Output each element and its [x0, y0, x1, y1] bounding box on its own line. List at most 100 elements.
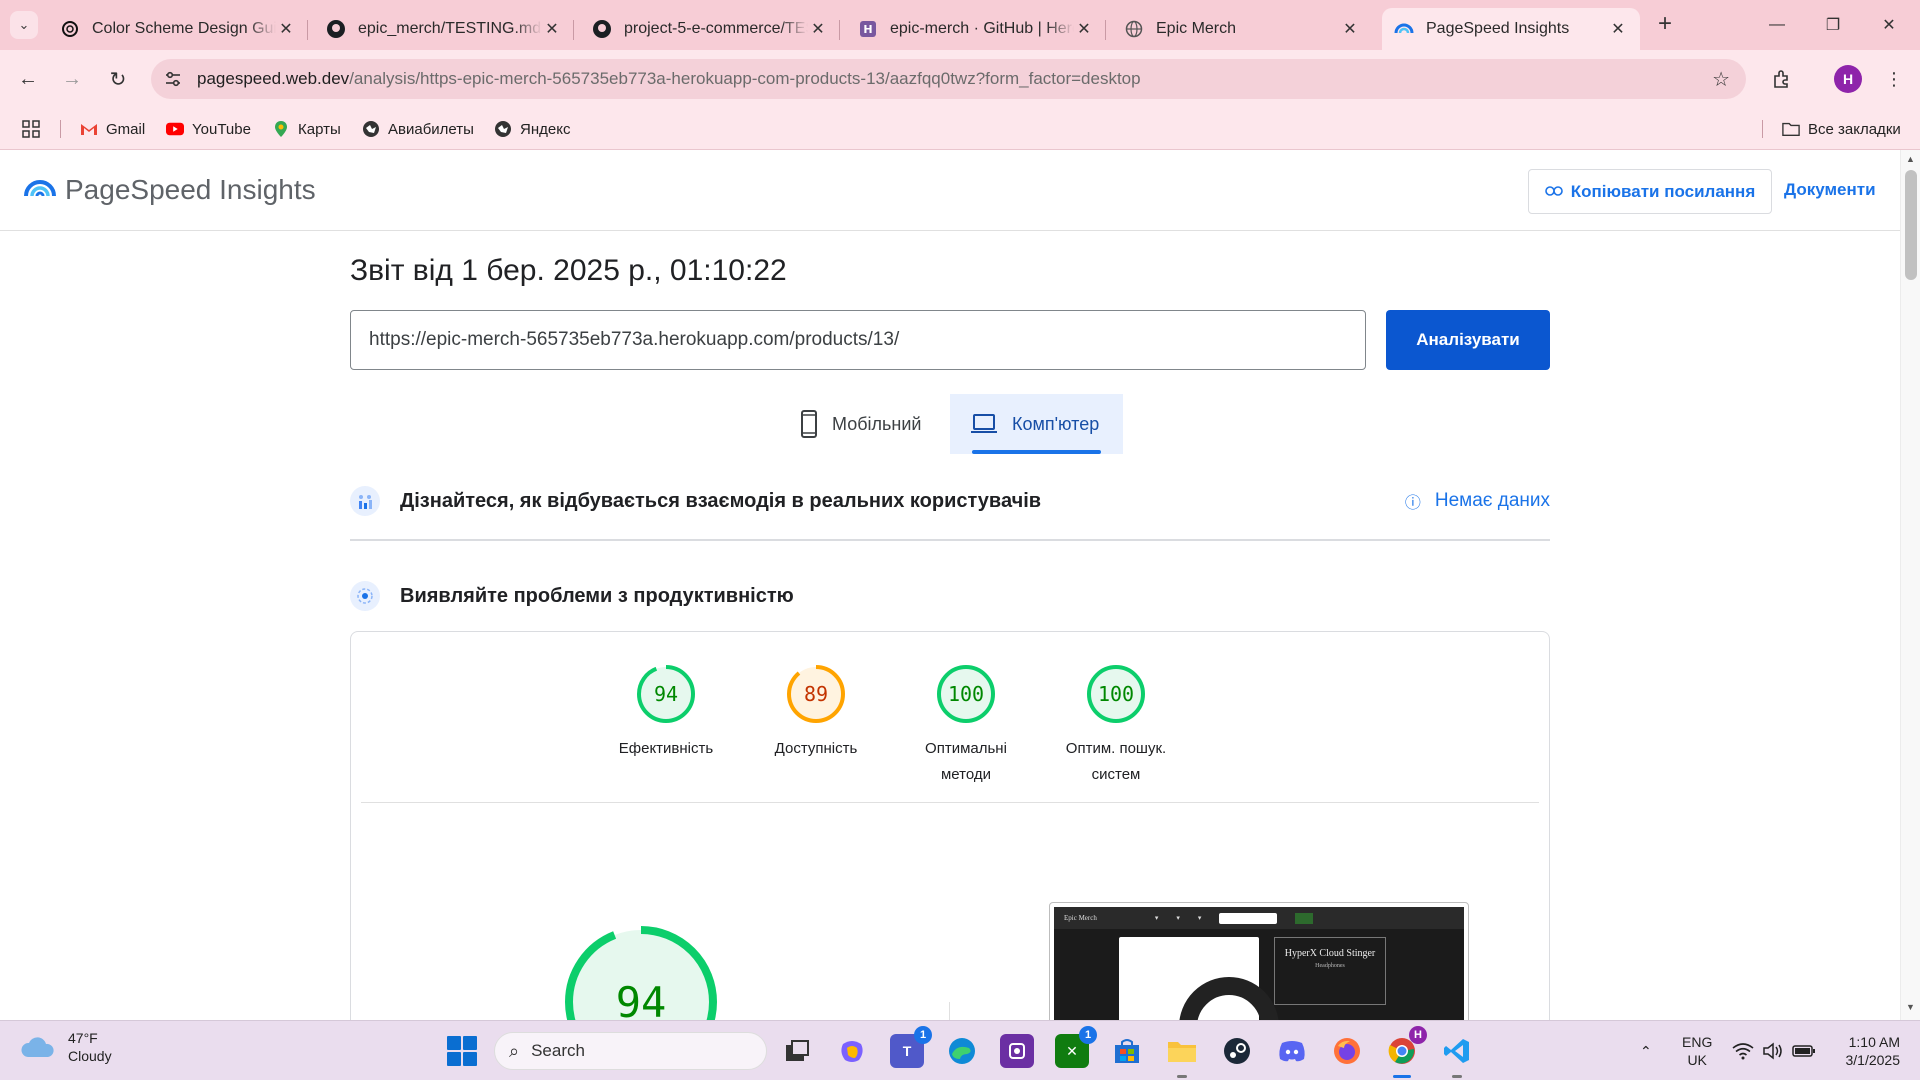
restore-button[interactable]: ❐: [1818, 10, 1848, 40]
section-divider: [350, 539, 1550, 541]
close-icon[interactable]: ✕: [1340, 19, 1360, 39]
site-info-icon[interactable]: [155, 61, 191, 97]
vscode-icon[interactable]: [1440, 1034, 1474, 1078]
bookmark-label: Яндекс: [520, 120, 571, 138]
wifi-icon[interactable]: [1732, 1021, 1754, 1080]
screenshot-content: Epic Merch ▾ ▾ ▾ HyperX Cloud Stinger Head…: [1054, 907, 1464, 1020]
bookmark-maps[interactable]: Карты: [272, 116, 341, 142]
edge-icon[interactable]: [945, 1034, 979, 1068]
copy-link-label: Копіювати посилання: [1570, 181, 1756, 201]
minimize-button[interactable]: —: [1762, 10, 1792, 40]
extensions-icon[interactable]: [1768, 65, 1796, 93]
page-scrollbar[interactable]: ▲ ▼: [1900, 150, 1920, 1020]
firefox-icon[interactable]: [1330, 1034, 1364, 1068]
scroll-thumb[interactable]: [1905, 170, 1917, 280]
store-icon[interactable]: [1110, 1034, 1144, 1068]
weather-widget[interactable]: 47°F Cloudy: [20, 1029, 112, 1065]
tab-search-button[interactable]: ⌄: [10, 11, 38, 39]
start-button[interactable]: [447, 1036, 477, 1066]
address-bar[interactable]: pagespeed.web.dev/analysis/https-epic-me…: [151, 59, 1746, 99]
screenshot-brand: Epic Merch: [1064, 914, 1097, 922]
score-gauge[interactable]: 100 Оптим. пошук. систем: [1056, 662, 1176, 788]
tab-pagespeed[interactable]: PageSpeed Insights ✕: [1382, 8, 1640, 50]
battery-icon[interactable]: [1792, 1021, 1816, 1080]
bookmark-star-icon[interactable]: ☆: [1712, 67, 1730, 92]
screenshot-nav: Epic Merch ▾ ▾ ▾: [1054, 907, 1464, 929]
scroll-up-arrow[interactable]: ▲: [1906, 154, 1915, 164]
language-indicator[interactable]: ENG UK: [1682, 1033, 1712, 1069]
back-button[interactable]: ←: [14, 65, 42, 93]
chevron-down-icon: ⌄: [18, 17, 30, 32]
score-gauge[interactable]: 89 Доступність: [756, 662, 876, 762]
analyze-button[interactable]: Аналізувати: [1386, 310, 1550, 370]
screenshot-product-sub: Headphones: [1315, 963, 1345, 969]
phone-icon: [800, 410, 818, 438]
close-icon[interactable]: ✕: [276, 19, 296, 39]
screenshot-product-card: HyperX Cloud Stinger Headphones: [1274, 937, 1386, 1005]
tab-color-scheme[interactable]: Color Scheme Design Guid ✕: [48, 8, 308, 50]
close-window-button[interactable]: ✕: [1874, 10, 1904, 40]
score-value: 100: [1098, 682, 1134, 706]
menu-icon[interactable]: ⋮: [1880, 65, 1908, 93]
apps-grid-icon[interactable]: [22, 116, 40, 142]
chrome-icon[interactable]: H: [1385, 1026, 1427, 1078]
taskbar-search[interactable]: ⌕ Search: [494, 1032, 767, 1070]
tab-title: Color Scheme Design Guid: [92, 20, 276, 37]
tab-testing-md[interactable]: epic_merch/TESTING.md at ✕: [314, 8, 574, 50]
tab-project-5[interactable]: project-5-e-commerce/TES ✕: [580, 8, 840, 50]
steam-icon[interactable]: [1220, 1034, 1254, 1068]
bookmark-youtube[interactable]: YouTube: [166, 116, 251, 142]
bookmark-yandex[interactable]: Яндекс: [494, 116, 570, 142]
tray-overflow-icon[interactable]: ⌃: [1640, 1021, 1652, 1080]
teams-icon[interactable]: T1: [890, 1026, 932, 1068]
score-value: 100: [948, 682, 984, 706]
report-title: Звіт від 1 бер. 2025 р., 01:10:22: [350, 254, 787, 287]
score-ring: 100: [1087, 665, 1145, 723]
discord-icon[interactable]: [1275, 1034, 1309, 1068]
close-icon[interactable]: ✕: [1608, 19, 1628, 39]
tab-desktop[interactable]: Комп'ютер: [950, 394, 1123, 454]
url-text: pagespeed.web.dev/analysis/https-epic-me…: [197, 69, 1141, 89]
url-input[interactable]: [350, 310, 1366, 370]
copy-link-button[interactable]: Копіювати посилання: [1528, 169, 1772, 214]
pagespeed-logo-icon: [24, 180, 56, 197]
tab-mobile[interactable]: Мобільний: [780, 394, 941, 454]
copilot-icon[interactable]: [835, 1034, 869, 1068]
bookmark-gmail[interactable]: Gmail: [80, 116, 145, 142]
lang-secondary: UK: [1687, 1052, 1707, 1068]
close-icon[interactable]: ✕: [542, 19, 562, 39]
forward-button[interactable]: →: [58, 65, 86, 93]
volume-icon[interactable]: [1762, 1021, 1784, 1080]
close-icon[interactable]: ✕: [808, 19, 828, 39]
tab-epic-merch[interactable]: Epic Merch ✕: [1112, 8, 1372, 50]
tab-heroku[interactable]: H epic-merch · GitHub | Hero ✕: [846, 8, 1106, 50]
xbox-icon[interactable]: ✕ 1: [1055, 1026, 1097, 1068]
bookmark-flights[interactable]: Авиабилеты: [362, 116, 474, 142]
reload-button[interactable]: ↻: [104, 65, 132, 93]
close-icon[interactable]: ✕: [1074, 19, 1094, 39]
score-label-line: Доступність: [774, 740, 858, 757]
clock[interactable]: 1:10 AM 3/1/2025: [1830, 1033, 1901, 1069]
folder-icon: [1782, 120, 1800, 138]
score-label: Ефективність: [606, 736, 726, 762]
field-data-heading: Дізнайтеся, як відбувається взаємодія в …: [400, 489, 1042, 512]
file-explorer-icon[interactable]: [1165, 1034, 1199, 1078]
tab-desktop-label: Комп'ютер: [1012, 413, 1100, 434]
docs-link[interactable]: Документи: [1784, 180, 1876, 200]
scroll-down-arrow[interactable]: ▼: [1906, 1002, 1915, 1012]
url-path: /analysis/https-epic-merch-565735eb773a-…: [349, 69, 1141, 88]
score-label-line: Оптим. пошук.: [1065, 740, 1167, 757]
proton-icon[interactable]: [1000, 1034, 1034, 1068]
score-ring: 100: [937, 665, 995, 723]
lang-primary: ENG: [1682, 1034, 1713, 1050]
bookmark-label: Gmail: [106, 120, 146, 138]
score-gauge[interactable]: 100 Оптимальні методи: [906, 662, 1026, 788]
no-data-link[interactable]: ⓘ Немає даних: [1405, 489, 1550, 513]
scores-card: 94 Ефективність 89 Доступність 100 Оптимальні…: [350, 631, 1550, 1020]
profile-avatar[interactable]: H: [1834, 65, 1862, 93]
info-icon: ⓘ: [1404, 495, 1421, 512]
score-gauge[interactable]: 94 Ефективність: [606, 662, 726, 762]
all-bookmarks[interactable]: Все закладки: [1782, 116, 1901, 142]
new-tab-button[interactable]: +: [1652, 12, 1678, 38]
task-view-icon[interactable]: [780, 1034, 814, 1068]
